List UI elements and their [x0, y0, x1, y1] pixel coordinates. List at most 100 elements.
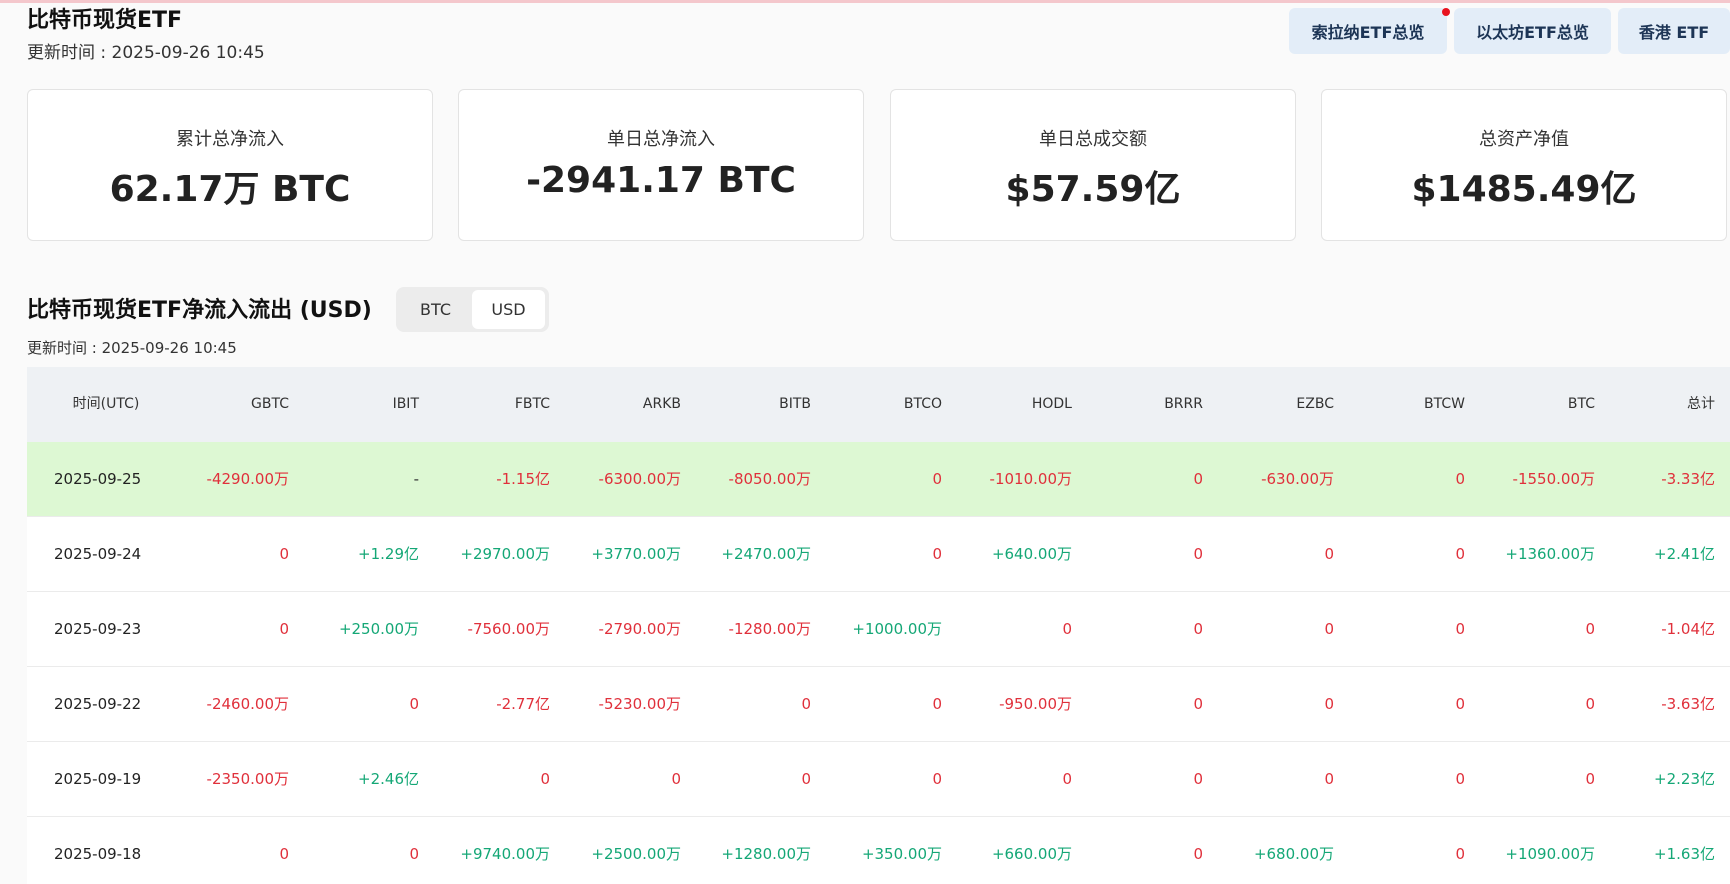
flow-cell: 0: [1193, 620, 1203, 638]
flow-cell: 0: [1324, 545, 1334, 563]
flow-cell: -5230.00万: [598, 695, 681, 713]
table-row[interactable]: 2025-09-23 0 +250.00万 -7560.00万 -2790.00万 -12…: [27, 592, 1730, 667]
flow-cell: -2790.00万: [598, 620, 681, 638]
flow-cell: +2.46亿: [358, 770, 419, 788]
flow-cell: 0: [1585, 695, 1595, 713]
row-date: 2025-09-24: [54, 545, 142, 563]
toggle-usd-option[interactable]: USD: [472, 290, 545, 329]
flow-cell: 0: [279, 845, 289, 863]
flow-cell: +1090.00万: [1505, 845, 1595, 863]
flow-cell: 0: [932, 545, 942, 563]
column-header: HODL: [1031, 396, 1072, 412]
flow-cell: +9740.00万: [460, 845, 550, 863]
flow-cell: 0: [932, 695, 942, 713]
table-row[interactable]: 2025-09-24 0 +1.29亿 +2970.00万 +3770.00万 +2470…: [27, 517, 1730, 592]
row-date: 2025-09-25: [54, 470, 142, 488]
stat-value: 62.17万 BTC: [109, 169, 351, 210]
flow-cell: 0: [932, 770, 942, 788]
flow-cell: -2350.00万: [206, 770, 289, 788]
column-header: 时间(UTC): [72, 396, 140, 412]
table-row[interactable]: 2025-09-18 0 0 +9740.00万 +2500.00万 +1280.00万 +…: [27, 817, 1730, 884]
flow-cell: 0: [409, 845, 419, 863]
update-time: 更新时间 : 2025-09-26 10:45: [27, 43, 265, 63]
column-header: BTCW: [1424, 396, 1465, 412]
flow-cell: -1010.00万: [989, 470, 1072, 488]
flow-cell: 0: [801, 770, 811, 788]
row-date: 2025-09-19: [54, 770, 142, 788]
column-header: GBTC: [251, 396, 289, 412]
nav-solana-etf-button[interactable]: 索拉纳ETF总览: [1289, 8, 1447, 54]
flow-cell: 0: [279, 545, 289, 563]
flow-cell: -6300.00万: [598, 470, 681, 488]
flow-cell: 0: [1062, 620, 1072, 638]
toggle-btc-option[interactable]: BTC: [399, 290, 472, 329]
column-header: BTC: [1567, 396, 1595, 412]
nav-ethereum-etf-button[interactable]: 以太坊ETF总览: [1454, 8, 1611, 54]
table-row[interactable]: 2025-09-25 -4290.00万 - -1.15亿 -6300.00万 -8050…: [27, 442, 1730, 517]
flow-cell: 0: [1193, 695, 1203, 713]
column-header: ARKB: [642, 396, 681, 412]
flow-cell: 0: [671, 770, 681, 788]
flow-cell: +2.23亿: [1654, 770, 1715, 788]
flow-cell: 0: [1455, 770, 1465, 788]
flow-cell: +2970.00万: [460, 545, 550, 563]
flow-cell: 0: [1585, 770, 1595, 788]
stat-label: 单日总净流入: [607, 129, 715, 150]
flow-cell: +680.00万: [1253, 845, 1334, 863]
nav-hongkong-etf-button[interactable]: 香港 ETF: [1618, 8, 1730, 54]
flow-cell: +1360.00万: [1505, 545, 1595, 563]
column-header: BITB: [779, 396, 811, 412]
flow-cell: 0: [1324, 770, 1334, 788]
stat-card-total-nav: 总资产净值 $1485.49亿: [1321, 89, 1727, 241]
column-header: BRRR: [1164, 396, 1203, 412]
flow-cell: -1550.00万: [1512, 470, 1595, 488]
flow-cell: +1.63亿: [1654, 845, 1715, 863]
flow-cell: -630.00万: [1261, 470, 1334, 488]
flow-cell: +350.00万: [861, 845, 942, 863]
flow-cell: +2.41亿: [1654, 545, 1715, 563]
flow-cell: 0: [932, 470, 942, 488]
flow-cell: 0: [1324, 620, 1334, 638]
etf-flow-table: 时间(UTC) GBTC IBIT FBTC ARKB BITB BTCO HODL BRRR E…: [27, 367, 1730, 884]
stat-value: -2941.17 BTC: [526, 160, 796, 201]
stat-label: 单日总成交额: [1039, 129, 1147, 150]
currency-toggle: BTC USD: [396, 287, 549, 332]
flow-cell: +1000.00万: [852, 620, 942, 638]
column-header: 总计: [1687, 396, 1715, 412]
table-update-time: 更新时间 : 2025-09-26 10:45: [27, 339, 237, 357]
flow-cell: 0: [540, 770, 550, 788]
flow-cell: -: [413, 470, 419, 488]
flow-cell: 0: [1455, 620, 1465, 638]
flow-cell: 0: [1193, 545, 1203, 563]
flow-cell: -3.63亿: [1661, 695, 1715, 713]
flow-cell: 0: [1324, 695, 1334, 713]
stat-value: $57.59亿: [1005, 169, 1181, 210]
flow-cell: 0: [1193, 845, 1203, 863]
flow-cell: +1.29亿: [358, 545, 419, 563]
flow-cell: +2500.00万: [591, 845, 681, 863]
section-title: 比特币现货ETF净流入流出 (USD): [27, 298, 372, 323]
column-header: IBIT: [392, 396, 419, 412]
flow-cell: -1280.00万: [728, 620, 811, 638]
flow-cell: 0: [1455, 845, 1465, 863]
top-accent-line: [0, 0, 1730, 3]
table-header-row: 时间(UTC) GBTC IBIT FBTC ARKB BITB BTCO HODL BRRR E…: [27, 367, 1730, 442]
flow-cell: -8050.00万: [728, 470, 811, 488]
flow-cell: -1.04亿: [1661, 620, 1715, 638]
flow-cell: 0: [279, 620, 289, 638]
flow-cell: 0: [1193, 470, 1203, 488]
stat-card-daily-inflow: 单日总净流入 -2941.17 BTC: [458, 89, 864, 241]
table-row[interactable]: 2025-09-22 -2460.00万 0 -2.77亿 -5230.00万 0 0 -95…: [27, 667, 1730, 742]
flow-cell: -2460.00万: [206, 695, 289, 713]
row-date: 2025-09-18: [54, 845, 142, 863]
flow-cell: -2.77亿: [496, 695, 550, 713]
stat-label: 累计总净流入: [176, 129, 284, 150]
table-row[interactable]: 2025-09-19 -2350.00万 +2.46亿 0 0 0 0 0 0 0 0 0 +2.23亿: [27, 742, 1730, 817]
flow-cell: +2470.00万: [721, 545, 811, 563]
flow-cell: 0: [1455, 695, 1465, 713]
stat-value: $1485.49亿: [1411, 169, 1637, 210]
flow-cell: -3.33亿: [1661, 470, 1715, 488]
flow-cell: +250.00万: [338, 620, 419, 638]
flow-cell: -950.00万: [999, 695, 1072, 713]
flow-cell: 0: [409, 695, 419, 713]
